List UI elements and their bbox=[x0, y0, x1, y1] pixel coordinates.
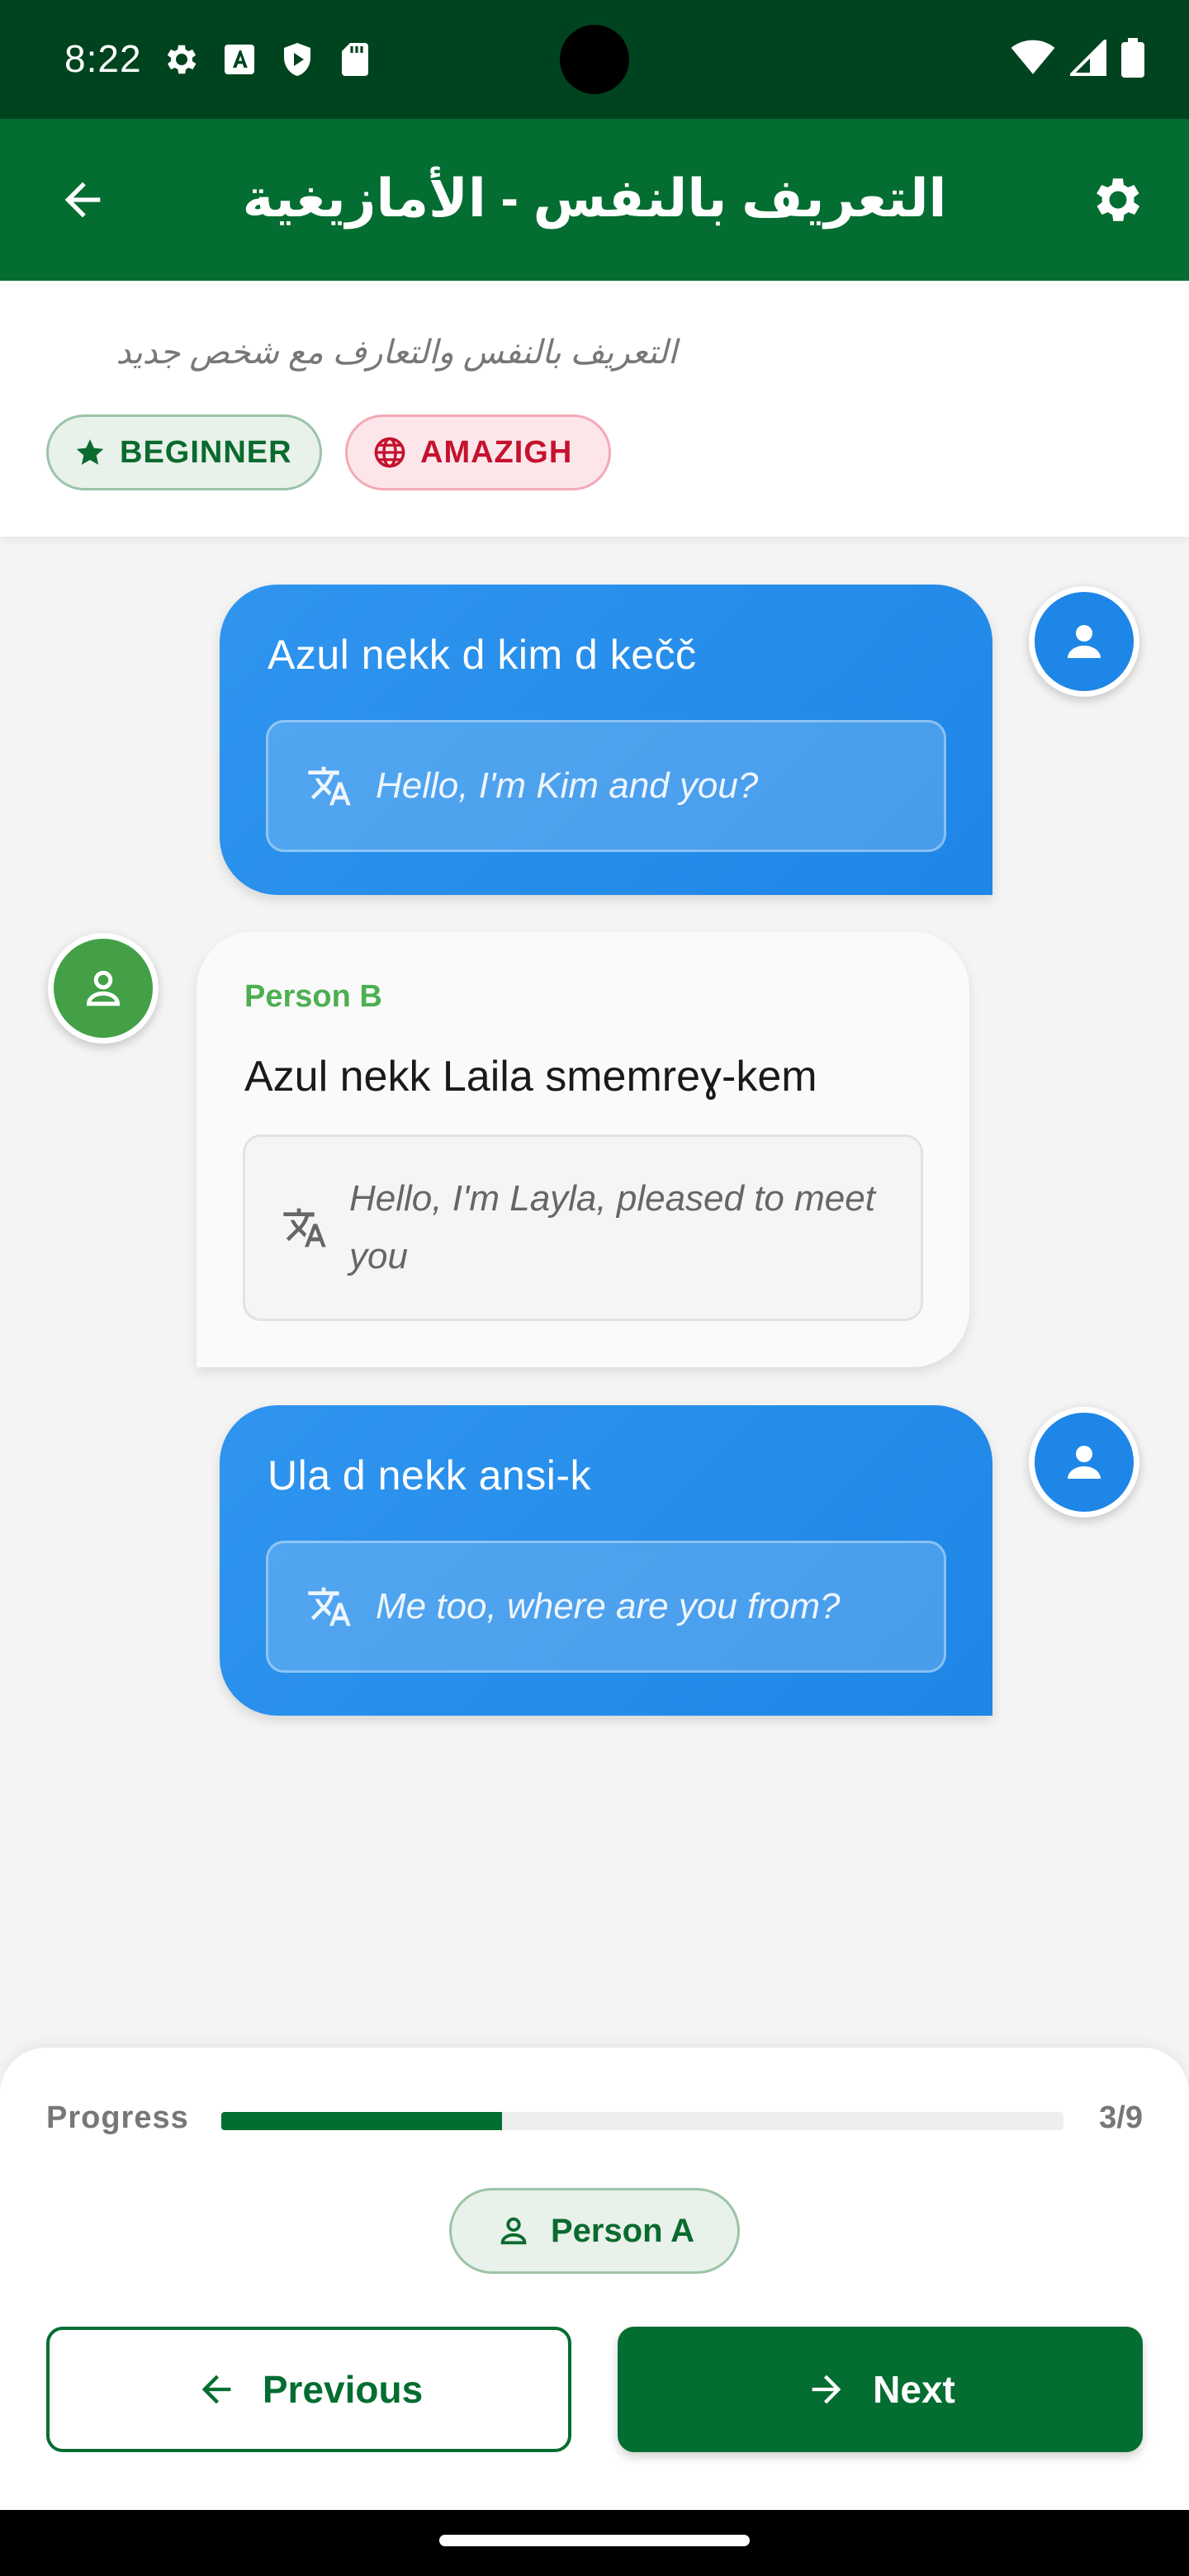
translate-icon bbox=[308, 766, 351, 806]
message-bubble-person-a: Ula d nekk ansi-k Me too, where are you … bbox=[220, 1405, 992, 1716]
translate-icon bbox=[308, 1587, 351, 1627]
progress-count: 3/9 bbox=[1099, 2100, 1143, 2135]
previous-button[interactable]: Previous bbox=[46, 2327, 571, 2452]
level-badge: BEGINNER bbox=[46, 414, 322, 490]
battery-icon bbox=[1121, 38, 1144, 78]
gear-icon bbox=[1097, 178, 1140, 221]
translation-text: Hello, I'm Kim and you? bbox=[376, 765, 759, 806]
avatar-person-a bbox=[1029, 586, 1139, 697]
settings-button[interactable] bbox=[1078, 160, 1158, 239]
avatar-person-b bbox=[48, 933, 159, 1044]
arrow-left-icon bbox=[64, 182, 101, 218]
person-outline-icon bbox=[500, 2217, 527, 2245]
avatar-person-a bbox=[1029, 1407, 1139, 1518]
gear-icon bbox=[162, 40, 201, 79]
camera-cutout bbox=[560, 25, 629, 94]
shield-icon bbox=[277, 40, 317, 79]
globe-icon bbox=[374, 437, 405, 468]
person-icon bbox=[1068, 625, 1101, 658]
status-time: 8:22 bbox=[64, 37, 142, 80]
message-text: Ula d nekk ansi-k bbox=[268, 1452, 591, 1499]
system-nav-bar bbox=[0, 2510, 1189, 2576]
translation-box: Hello, I'm Kim and you? bbox=[266, 720, 946, 852]
page-title: التعريف بالنفس - الأمازيغية bbox=[242, 168, 947, 228]
speaker-name: Person B bbox=[244, 979, 382, 1014]
next-button[interactable]: Next bbox=[618, 2327, 1143, 2452]
translation-box: Hello, I'm Layla, pleased to meet you bbox=[243, 1134, 923, 1321]
status-icons-left bbox=[162, 40, 375, 79]
message-bubble-person-a: Azul nekk d kim d kečč Hello, I'm Kim an… bbox=[220, 585, 992, 895]
translation-text: Me too, where are you from? bbox=[376, 1586, 841, 1627]
bottom-panel: Progress 3/9 Person A Previous Next bbox=[0, 2048, 1189, 2510]
status-icons-right bbox=[1011, 38, 1144, 78]
home-indicator[interactable] bbox=[439, 2535, 750, 2546]
translation-box: Me too, where are you from? bbox=[266, 1541, 946, 1673]
star-icon bbox=[76, 439, 104, 465]
font-icon bbox=[220, 40, 259, 79]
message-text: Azul nekk Laila smemreɣ-kem bbox=[244, 1053, 817, 1101]
wifi-icon bbox=[1011, 40, 1055, 76]
language-label: AMAZIGH bbox=[420, 434, 573, 470]
message-bubble-person-b: Person B Azul nekk Laila smemreɣ-kem Hel… bbox=[197, 931, 969, 1367]
translate-icon bbox=[283, 1208, 326, 1248]
previous-label: Previous bbox=[262, 2368, 424, 2411]
translation-text: Hello, I'm Layla, pleased to meet you bbox=[349, 1178, 875, 1276]
arrow-right-icon bbox=[812, 2375, 841, 2404]
back-button[interactable] bbox=[45, 162, 121, 238]
next-label: Next bbox=[873, 2368, 955, 2411]
app-bar: التعريف بالنفس - الأمازيغية bbox=[0, 119, 1189, 281]
arrow-left-icon bbox=[201, 2375, 231, 2404]
progress-label: Progress bbox=[46, 2100, 189, 2135]
signal-icon bbox=[1070, 40, 1106, 76]
person-outline-icon bbox=[86, 970, 121, 1006]
status-bar: 8:22 bbox=[0, 0, 1189, 119]
person-icon bbox=[1068, 1446, 1101, 1479]
current-speaker-label: Person A bbox=[550, 2212, 695, 2249]
level-label: BEGINNER bbox=[120, 434, 292, 470]
progress-fill bbox=[221, 2112, 502, 2130]
sd-card-icon bbox=[335, 40, 375, 79]
lesson-subtitle: التعريف بالنفس والتعارف مع شخص جديد bbox=[116, 334, 677, 371]
language-badge: AMAZIGH bbox=[345, 414, 611, 490]
message-text: Azul nekk d kim d kečč bbox=[268, 632, 697, 678]
progress-bar bbox=[221, 2112, 1063, 2130]
current-speaker-chip: Person A bbox=[449, 2188, 740, 2274]
lesson-header: التعريف بالنفس والتعارف مع شخص جديد BEGI… bbox=[0, 281, 1189, 537]
